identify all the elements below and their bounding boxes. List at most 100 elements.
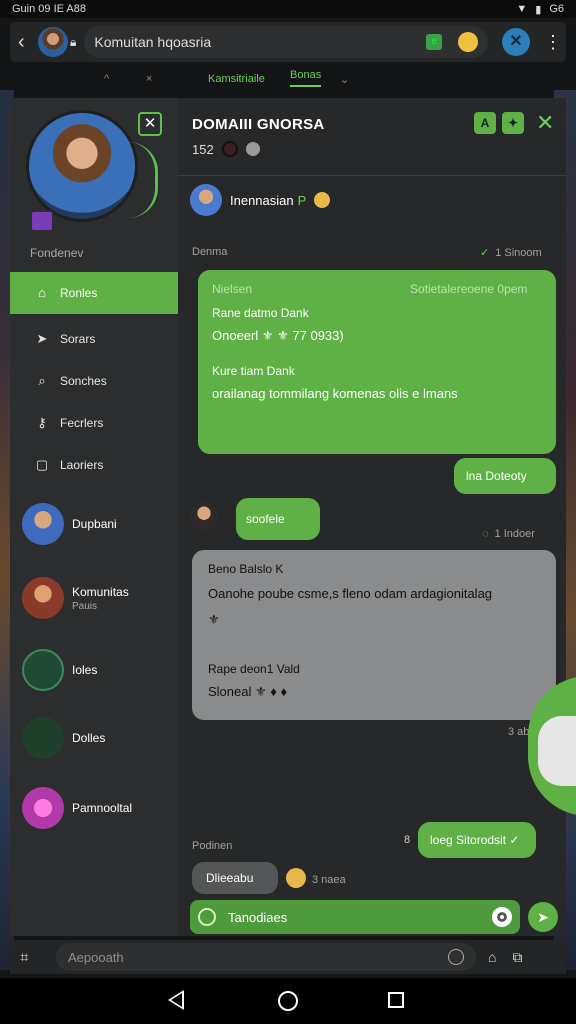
attach-icon[interactable]	[198, 908, 216, 926]
section-meta: ✓ 1 Sinoom	[480, 246, 542, 259]
message-text: Dlieeabu	[206, 871, 254, 885]
message-meta: ◌ 1 Indoer	[482, 528, 535, 540]
language-label: Inennasian	[230, 192, 294, 208]
composer-text: Tanodiaes	[228, 909, 288, 925]
message-bubble[interactable]: Nielsen Sotietalereoene 0pem Rane datmo …	[198, 270, 556, 454]
message-bubble[interactable]: Beno Balslo K Oanohe poube csme,s fleno …	[192, 550, 556, 720]
user-name: Pamnooltal	[72, 801, 133, 815]
tab-row: ^ × Kamsitriaile Bonas ⌄	[0, 66, 576, 92]
reply-text: lna Doteoty	[466, 469, 527, 483]
header-action-button[interactable]: ✦	[502, 112, 524, 134]
message-sender: Beno Balslo K	[208, 562, 284, 576]
home-icon[interactable]: ⌂	[488, 949, 496, 965]
avatar	[22, 787, 64, 829]
close-icon[interactable]: ✕	[138, 112, 162, 136]
sidebar-user-5[interactable]: Pamnooltal	[22, 784, 178, 832]
sidebar-item-search[interactable]: ⌕ Sonches	[10, 360, 178, 402]
mascot-face	[538, 716, 576, 786]
sidebar-item-key[interactable]: ⚷ Fecrlers	[10, 402, 178, 444]
record-icon[interactable]	[492, 907, 512, 927]
status-dot	[246, 142, 260, 156]
sidebar-user-2[interactable]: Komunitas Pauis	[22, 574, 178, 622]
message-sender: Nielsen	[212, 282, 253, 296]
message-text: loeg Sitorodsit ✓	[430, 833, 520, 847]
message-meta: 8	[404, 834, 411, 846]
message-composer[interactable]: Tanodiaes	[190, 900, 520, 934]
user-block: Komunitas Pauis	[72, 585, 129, 612]
status-icons: ▼ ▮ G6	[516, 3, 564, 16]
avatar[interactable]	[38, 27, 68, 57]
sidebar-user-3[interactable]: Ioles	[22, 646, 178, 694]
message-line: Onoeerl ⚜ ⚜ 77 0933)	[212, 328, 344, 343]
extension-icon[interactable]: ✕	[502, 28, 530, 56]
sidebar-section-label: Fondenev	[30, 246, 84, 260]
status-dot	[222, 141, 238, 157]
share-icon[interactable]: ⧉	[512, 949, 522, 966]
message-meta: 3 naea	[312, 874, 346, 886]
tab-community[interactable]: Kamsitriaile	[208, 73, 265, 85]
message-bubble[interactable]: loeg Sitorodsit ✓	[418, 822, 536, 858]
message-line: Kure tiam Dank	[212, 364, 295, 378]
lock-icon: 🔒︎	[70, 34, 77, 49]
sidebar-item-home[interactable]: ⌂ Ronles	[10, 272, 178, 314]
chevron-down-icon[interactable]: ⌄	[340, 73, 349, 86]
message-meta: 3 ab	[508, 726, 530, 738]
section-label: Podinen	[192, 840, 233, 852]
back-arrow-icon[interactable]: ‹	[18, 31, 34, 54]
nav-back-icon[interactable]	[168, 990, 184, 1010]
avatar	[190, 184, 222, 216]
sidebar-item-label: Fecrlers	[60, 416, 104, 430]
meta-text: 1 Indoer	[494, 528, 535, 540]
user-name: Komunitas	[72, 584, 129, 599]
avatar[interactable]	[190, 502, 218, 530]
sidebar-user-1[interactable]: Dupbani	[22, 500, 178, 548]
collapse-icon[interactable]: ^	[104, 73, 109, 85]
grid-icon[interactable]: ⌗	[20, 949, 42, 966]
sidebar: ✕ Fondenev ⌂ Ronles ➤ Sorars ⌕ Sonches ⚷…	[10, 98, 178, 936]
home-icon: ⌂	[38, 285, 46, 300]
check-icon: ✓	[480, 247, 490, 259]
close-tab-icon[interactable]: ×	[146, 73, 152, 85]
message-line: Oanohe poube csme,s fleno odam ardagioni…	[208, 586, 493, 601]
wifi-icon: ▼	[516, 3, 528, 15]
message-line: ⚜	[208, 612, 220, 627]
user-name: Ioles	[72, 663, 98, 677]
sidebar-item-send[interactable]: ➤ Sorars	[10, 318, 178, 360]
bottom-input-bar: ⌗ Aepooath ⌂ ⧉	[10, 940, 566, 974]
language-row[interactable]: Inennasian P	[190, 184, 331, 216]
emoji-icon	[286, 868, 306, 888]
search-icon: ⌕	[38, 373, 46, 388]
bookmark-icon: ▢	[35, 457, 49, 472]
user-name: Dupbani	[72, 517, 117, 531]
close-icon[interactable]: ✕	[536, 110, 554, 136]
address-bar[interactable]: Komuitan hqoasria e	[84, 26, 488, 58]
meta-text: 1 Sinoom	[495, 247, 542, 259]
clock-icon[interactable]	[448, 949, 464, 965]
avatar	[22, 503, 64, 545]
nav-recents-icon[interactable]	[388, 992, 404, 1008]
address-text: Komuitan hqoasria	[94, 34, 212, 50]
header-action-button[interactable]: A	[474, 112, 496, 134]
message-bubble[interactable]: soofele	[236, 498, 320, 540]
nav-home-icon[interactable]	[278, 991, 298, 1011]
key-icon: ⚷	[37, 415, 47, 430]
tab-bonus[interactable]: Bonas	[290, 69, 322, 87]
sidebar-item-label: Laoriers	[60, 458, 104, 472]
more-menu-icon[interactable]: ⋮	[544, 32, 562, 53]
sidebar-item-bookmark[interactable]: ▢ Laoriers	[10, 444, 178, 486]
sidebar-user-4[interactable]: Dolles	[22, 714, 178, 762]
message-bubble[interactable]: Dlieeabu	[192, 862, 278, 894]
badge-icon	[30, 210, 54, 232]
send-button[interactable]: ➤	[528, 902, 558, 932]
member-count: 152	[192, 142, 214, 157]
reply-chip[interactable]: lna Doteoty	[454, 458, 556, 494]
extension-tag-icon[interactable]: e	[426, 34, 442, 50]
status-time: Guin 09 IE A88	[12, 3, 86, 15]
user-name: Dolles	[72, 731, 106, 745]
emoji-icon[interactable]	[458, 32, 478, 52]
profile-avatar[interactable]	[26, 110, 138, 222]
message-text: soofele	[246, 512, 285, 526]
sidebar-item-label: Sorars	[60, 332, 96, 346]
search-input[interactable]: Aepooath	[56, 943, 476, 971]
system-nav-bar	[0, 978, 576, 1024]
